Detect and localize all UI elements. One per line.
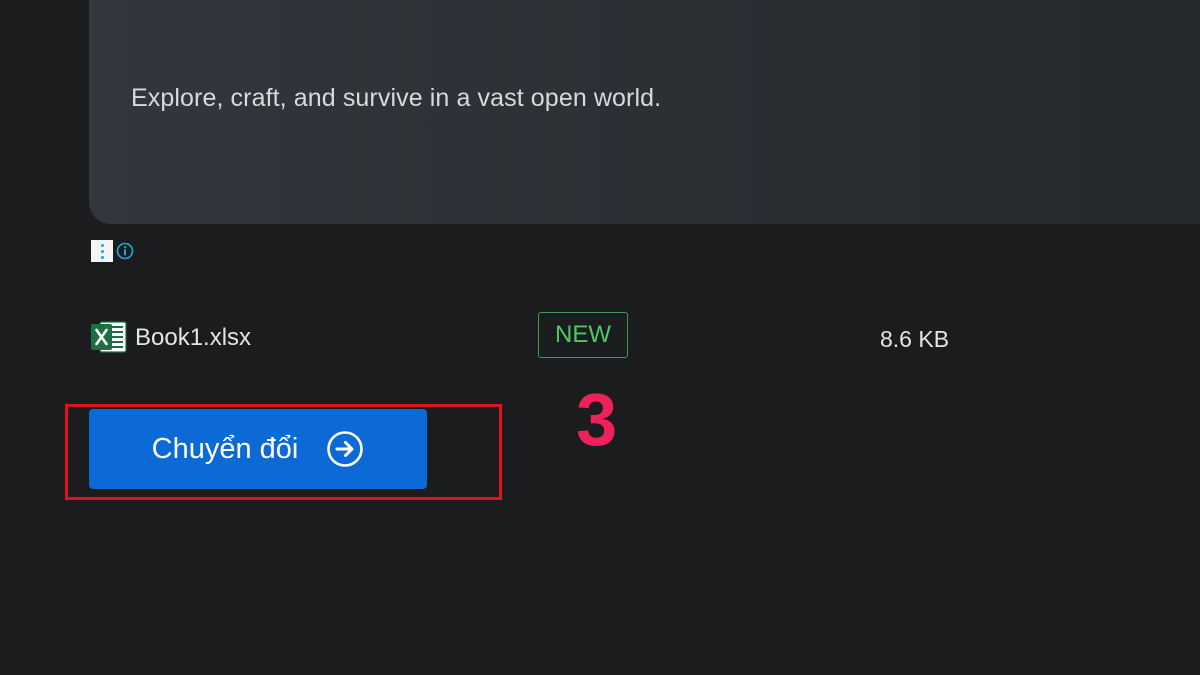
convert-button[interactable]: Chuyển đổi bbox=[89, 409, 427, 489]
page: Explore, craft, and survive in a vast op… bbox=[0, 0, 1200, 675]
file-size: 8.6 KB bbox=[880, 326, 950, 352]
file-name: Book1.xlsx bbox=[135, 324, 252, 351]
promo-description: Explore, craft, and survive in a vast op… bbox=[131, 84, 662, 112]
convert-button-label: Chuyển đổi bbox=[151, 432, 299, 465]
arrow-right-circle-icon bbox=[327, 431, 364, 467]
dots-menu-icon[interactable] bbox=[91, 240, 113, 262]
step-number: 3 bbox=[576, 378, 618, 461]
ad-choices[interactable] bbox=[91, 240, 134, 262]
excel-file-icon bbox=[91, 321, 127, 353]
file-row: Book1.xlsx NEW 8.6 KB bbox=[91, 312, 991, 362]
status-badge: NEW bbox=[538, 312, 628, 358]
info-circle-icon[interactable] bbox=[116, 242, 134, 260]
